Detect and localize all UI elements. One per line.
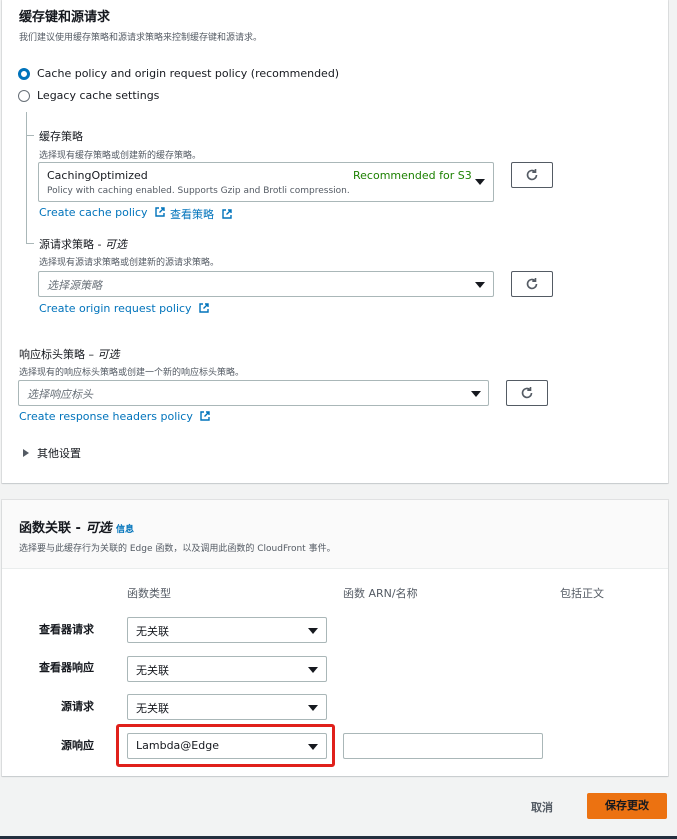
create-response-headers-policy-link[interactable]: Create response headers policy [19,410,211,423]
column-header-type: 函数类型 [127,587,171,600]
function-section-title-text: 函数关联 [19,521,72,536]
response-headers-refresh-button[interactable] [506,380,548,406]
optional-text: 可选 [85,521,112,536]
row-label-viewer-response: 查看器响应 [39,661,94,674]
column-header-include-body: 包括正文 [560,587,604,600]
radio-recommended-label[interactable]: Cache policy and origin request policy (… [37,67,339,80]
other-settings-expander[interactable]: 其他设置 [23,445,103,461]
save-changes-button[interactable]: 保存更改 [587,793,667,819]
origin-response-function-select[interactable]: Lambda@Edge [127,733,327,759]
tree-connector-branch [26,243,34,244]
radio-legacy[interactable] [18,90,30,102]
origin-response-function-value: Lambda@Edge [136,739,219,752]
origin-response-arn-input[interactable] [343,733,543,759]
create-origin-request-policy-label: Create origin request policy [39,302,192,315]
external-link-icon [199,303,209,313]
viewer-request-function-value: 无关联 [136,625,169,638]
viewer-request-function-select[interactable]: 无关联 [127,617,327,643]
cancel-button[interactable]: 取消 [531,799,553,815]
radio-legacy-label[interactable]: Legacy cache settings [37,89,159,102]
origin-request-function-select[interactable]: 无关联 [127,694,327,720]
cache-policy-description: 选择现有缓存策略或创建新的缓存策略。 [39,151,202,161]
external-link-icon [155,207,165,217]
chevron-down-icon [471,391,481,397]
viewer-response-function-value: 无关联 [136,664,169,677]
origin-request-policy-placeholder: 选择源策略 [47,279,102,292]
tree-connector [26,112,27,244]
chevron-down-icon [308,628,318,634]
origin-request-policy-label: 源请求策略 - 可选 [39,236,127,252]
refresh-icon [521,387,533,399]
chevron-down-icon [308,705,318,711]
column-header-arn: 函数 ARN/名称 [343,587,418,600]
chevron-down-icon [475,179,485,185]
cache-policy-select[interactable]: CachingOptimized Recommended for S3 Poli… [38,162,494,202]
chevron-down-icon [308,744,318,750]
view-policy-label: 查看策略 [170,208,214,221]
create-response-headers-policy-label: Create response headers policy [19,410,193,423]
response-headers-title: 响应标头策略 [19,348,85,361]
cache-policy-refresh-button[interactable] [511,162,553,188]
caret-right-icon [23,449,29,457]
cache-policy-label: 缓存策略 [39,130,83,143]
radio-recommended[interactable] [18,68,30,80]
chevron-down-icon [308,667,318,673]
response-headers-select[interactable]: 选择响应标头 [18,380,489,406]
cache-policy-value: CachingOptimized [47,169,148,182]
optional-text: 可选 [104,238,127,251]
view-policy-link[interactable]: 查看策略 [170,206,232,222]
function-section-title: 函数关联 - 可选 信息 [19,517,134,536]
create-cache-policy-link[interactable]: Create cache policy [39,206,165,219]
response-headers-placeholder: 选择响应标头 [27,388,93,401]
origin-request-refresh-button[interactable] [511,271,553,297]
refresh-icon [526,278,538,290]
optional-dash: - [97,238,105,251]
other-settings-label: 其他设置 [37,447,81,460]
origin-request-policy-title: 源请求策略 [39,238,94,251]
cache-section-description: 我们建议使用缓存策略和源请求策略来控制缓存键和源请求。 [19,33,263,43]
row-label-origin-response: 源响应 [61,739,94,752]
refresh-icon [526,169,538,181]
cache-policy-value-description: Policy with caching enabled. Supports Gz… [47,186,350,196]
external-link-icon [200,411,211,421]
viewer-response-function-select[interactable]: 无关联 [127,656,327,682]
row-label-viewer-request: 查看器请求 [39,623,94,636]
origin-request-policy-description: 选择现有源请求策略或创建新的源请求策略。 [39,258,220,268]
recommended-tag: Recommended for S3 [353,169,472,182]
info-link[interactable]: 信息 [116,525,134,535]
create-origin-request-policy-link[interactable]: Create origin request policy [39,302,209,315]
response-headers-label: 响应标头策略 – 可选 [19,346,120,362]
optional-dash: - [75,521,86,536]
optional-text: 可选 [97,348,120,361]
tree-connector-branch [26,135,34,136]
origin-request-policy-select[interactable]: 选择源策略 [38,271,494,297]
optional-dash: – [88,348,98,361]
function-section-description: 选择要与此缓存行为关联的 Edge 函数，以及调用此函数的 CloudFront… [19,544,336,554]
external-link-icon [221,209,232,219]
response-headers-description: 选择现有的响应标头策略或创建一个新的响应标头策略。 [19,368,245,378]
origin-request-function-value: 无关联 [136,702,169,715]
create-cache-policy-label: Create cache policy [39,206,148,219]
row-label-origin-request: 源请求 [61,700,94,713]
chevron-down-icon [475,282,485,288]
cache-section-title: 缓存键和源请求 [19,10,111,25]
